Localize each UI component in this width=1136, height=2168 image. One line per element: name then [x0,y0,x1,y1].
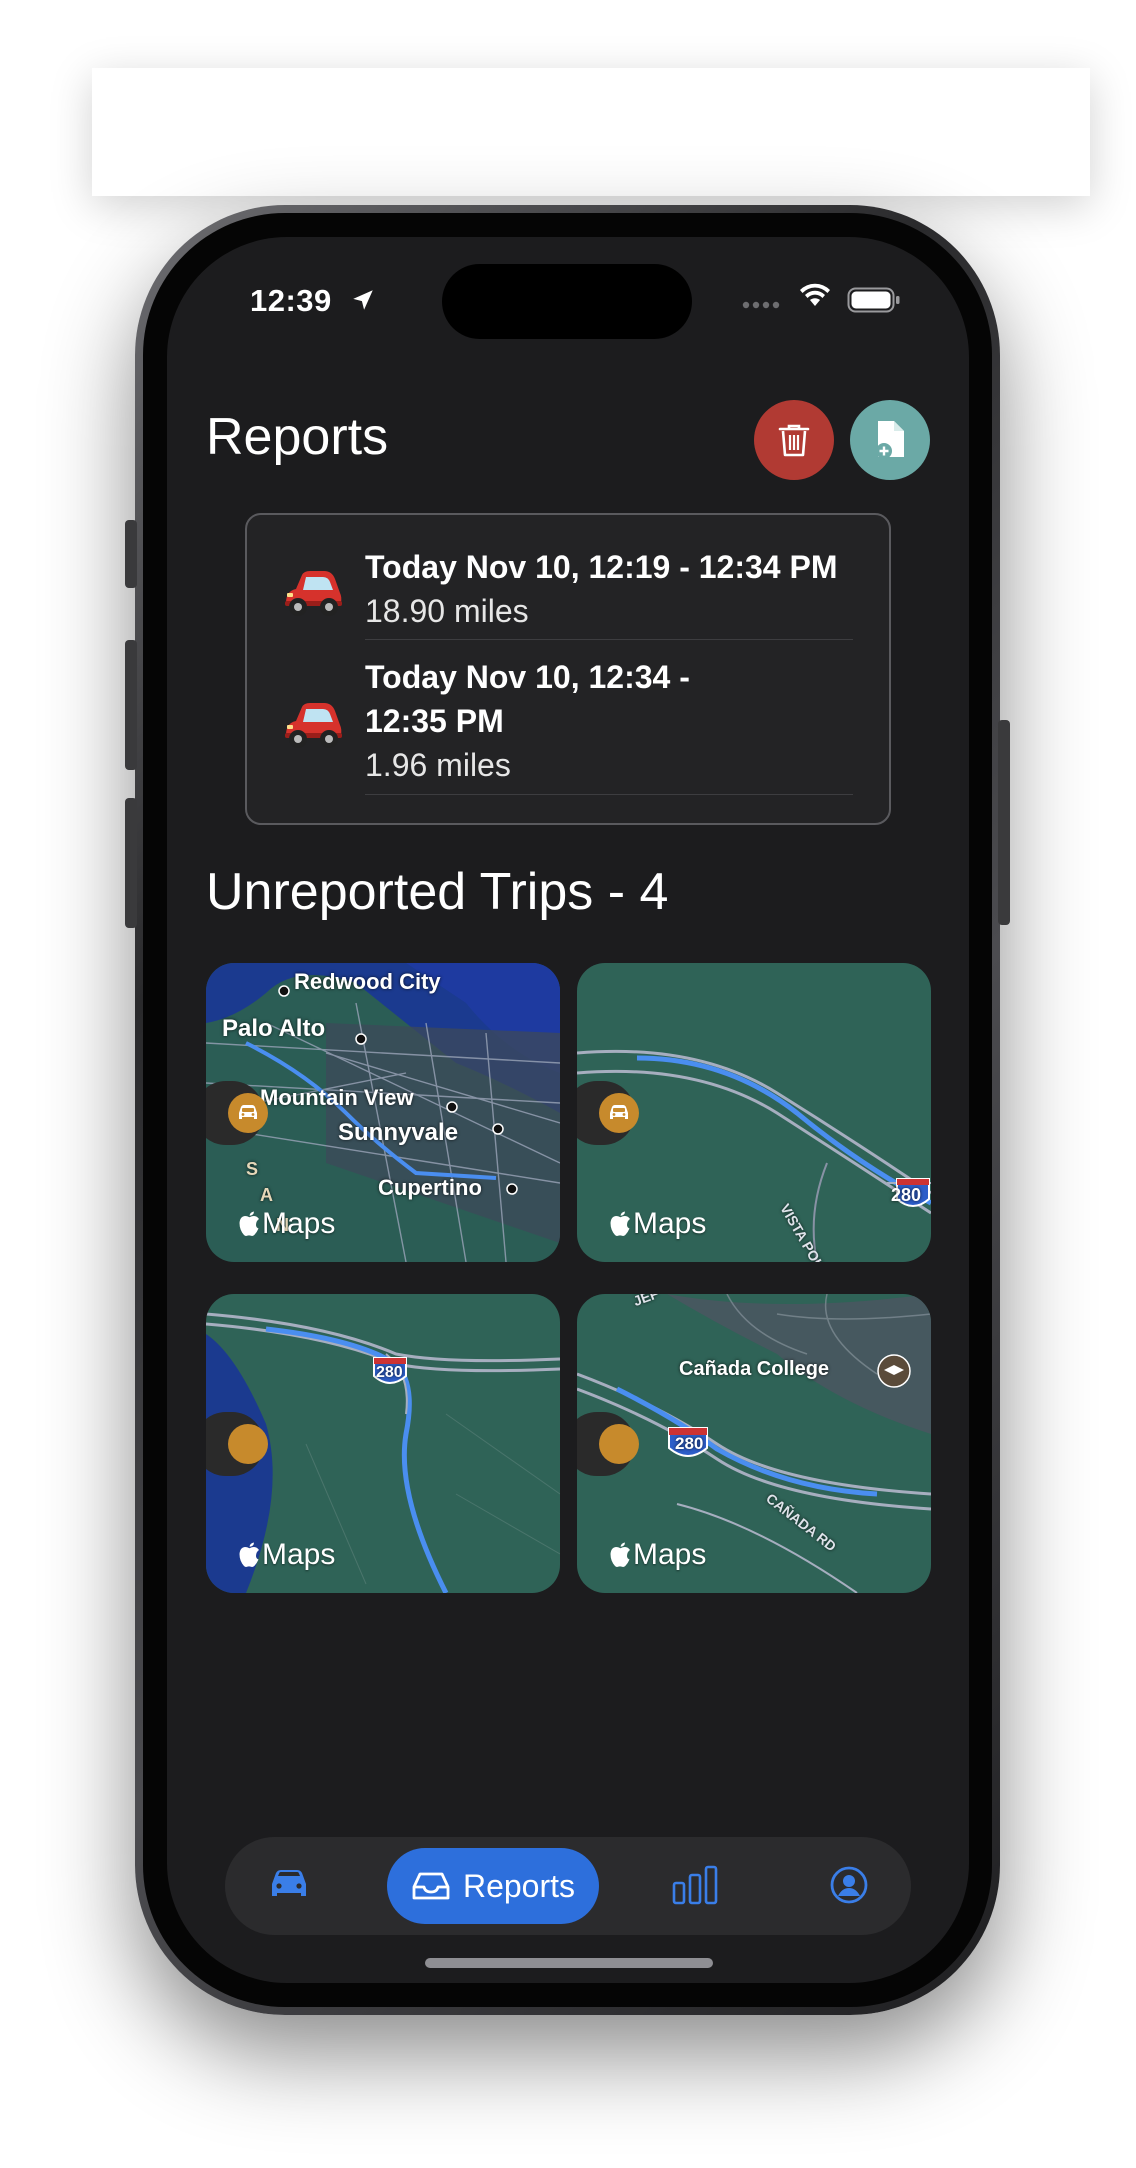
trip-distance: 18.90 miles [365,593,529,629]
trip-distance: 1.96 miles [365,747,511,783]
map-label: 280 [376,1364,403,1381]
car-emoji-icon [285,571,342,616]
page-title: Reports [206,408,389,466]
map-label: Mountain View [260,1085,414,1110]
delete-button[interactable] [754,400,834,480]
person-circle-icon [830,1866,868,1904]
tab-bar: Reports [225,1837,911,1935]
location-arrow-icon [353,290,373,310]
maps-attribution-text: Maps [262,1538,336,1571]
trip-title: Today Nov 10, 12:19 - 12:34 PM [365,549,838,585]
trip-title-line2: 12:35 PM [365,703,504,739]
apple-logo-icon [610,1211,630,1237]
tab-profile[interactable] [829,1865,869,1910]
map-label: Cañada College [679,1358,830,1380]
trip-map-tile[interactable]: 280 Maps [206,1294,560,1593]
cellular-dots-icon [742,301,780,309]
unknown-dot-icon [599,1424,639,1464]
status-time: 12:39 [250,283,332,318]
map-label: Redwood City [294,969,441,994]
tab-reports-label: Reports [462,1867,576,1904]
wifi-icon [800,283,830,306]
car-icon [610,1105,628,1119]
unknown-dot-icon [228,1424,268,1464]
maps-attribution-text: Maps [633,1207,707,1240]
volume-down-button [125,798,137,928]
apple-logo-icon [239,1542,259,1568]
home-indicator[interactable] [425,1958,713,1968]
car-icon [272,1870,306,1896]
trash-icon [778,424,810,457]
map-label: A [260,1185,273,1205]
trip-map-tile[interactable]: 280 VISTA POINT RD Maps [577,963,931,1262]
map-label: Cupertino [378,1175,482,1200]
tray-icon [412,1872,450,1900]
tab-reports[interactable]: Reports [387,1848,599,1924]
volume-up-button [125,640,137,770]
row-divider [365,794,853,795]
app-screen: 12:39 Reports Today Nov 10, 12:19 - 12:3… [167,237,969,1983]
trip-row[interactable]: Today Nov 10, 12:19 - 12:34 PM 18.90 mil… [247,545,889,635]
maps-attribution-text: Maps [262,1207,336,1240]
reported-trips-card: Today Nov 10, 12:19 - 12:34 PM 18.90 mil… [245,513,891,825]
map-label: 280 [675,1434,704,1453]
maps-attribution: Maps [609,1207,706,1241]
trip-title-line1: Today Nov 10, 12:34 - [365,659,690,695]
maps-attribution: Maps [238,1207,335,1241]
map-label: 280 [891,1185,922,1205]
trip-type-indicator [599,1093,639,1133]
tab-trips[interactable] [267,1865,311,1908]
trip-map-tile[interactable]: Cañada College 280 CAÑADA RD JEF Maps [577,1294,931,1593]
trip-row[interactable]: Today Nov 10, 12:34 - 12:35 PM 1.96 mile… [247,655,889,790]
trip-type-indicator [228,1093,268,1133]
document-add-icon [876,421,904,459]
maps-attribution: Maps [238,1538,335,1572]
action-button [125,520,137,588]
new-report-button[interactable] [850,400,930,480]
car-emoji-icon [285,703,342,748]
map-label: Sunnyvale [338,1119,459,1146]
trip-map-tile[interactable]: Redwood City Palo Alto Mountain View Sun… [206,963,560,1262]
maps-attribution-text: Maps [633,1538,707,1571]
apple-logo-icon [610,1542,630,1568]
row-divider [365,639,853,640]
dynamic-island [442,264,692,339]
maps-attribution: Maps [609,1538,706,1572]
map-label: Palo Alto [222,1015,326,1042]
battery-icon [847,287,900,313]
map-label: S [246,1159,259,1179]
top-white-banner [92,68,1090,196]
power-button [998,720,1010,925]
car-icon [239,1105,257,1119]
apple-logo-icon [239,1211,259,1237]
tab-statistics[interactable] [672,1865,718,1910]
unreported-trips-title: Unreported Trips - 4 [206,863,669,921]
bar-chart-icon [672,1865,718,1905]
